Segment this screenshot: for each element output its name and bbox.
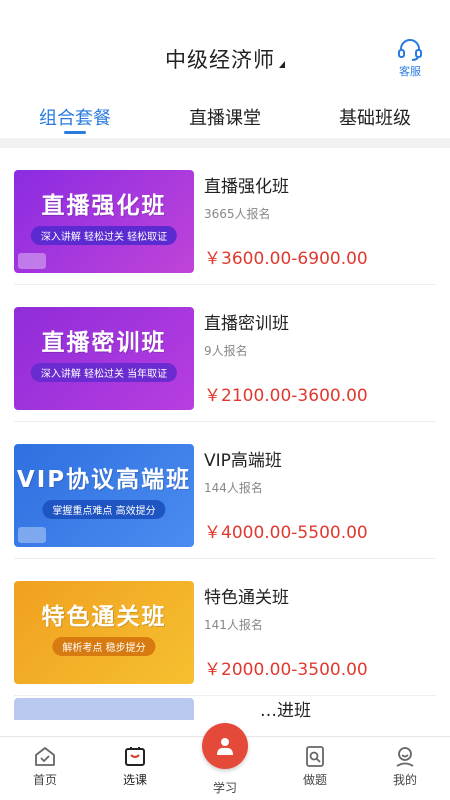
practice-icon [306, 746, 324, 767]
laptop-illustration [18, 527, 46, 543]
enrollment-count: 141人报名 [204, 618, 263, 632]
home-icon [35, 747, 55, 766]
course-name: …进班 [260, 701, 311, 720]
course-thumbnail: 特色通关班 解析考点 稳步提分 [14, 581, 194, 684]
headset-icon [398, 39, 422, 61]
course-thumbnail: VIP协议高端班 掌握重点难点 高效提分 [14, 444, 194, 547]
thumbnail-title: 特色通关班 [41, 604, 167, 630]
tabbar-item-profile[interactable]: 我的 [360, 737, 450, 800]
tabbar-item-select-course[interactable]: 选课 [90, 737, 180, 800]
thumbnail-slogan: 掌握重点难点 高效提分 [42, 500, 166, 519]
course-price: ￥2000.00-3500.00 [204, 660, 368, 680]
course-price: ￥3600.00-6900.00 [204, 249, 368, 269]
course-thumbnail: 直播密训班 深入讲解 轻松过关 当年取证 [14, 307, 194, 410]
course-list: 直播强化班 深入讲解 轻松过关 轻松取证 直播强化班 3665人报名 ￥3600… [0, 148, 450, 720]
thumbnail-slogan: 深入讲解 轻松过关 当年取证 [30, 363, 178, 382]
thumbnail-title: 直播强化班 [41, 193, 167, 219]
select-course-icon [125, 747, 145, 766]
tabbar-label: 选课 [122, 773, 147, 787]
customer-service-button[interactable]: 客服 [390, 38, 430, 79]
course-item[interactable]: VIP协议高端班 掌握重点难点 高效提分 VIP高端班 144人报名 ￥4000… [14, 422, 436, 559]
course-item-partial[interactable]: …进班 [14, 696, 436, 720]
thumbnail-slogan: 解析考点 稳步提分 [52, 637, 156, 656]
tabbar-item-study[interactable]: 学习 [180, 723, 270, 800]
page-title[interactable]: 中级经济师 [165, 48, 275, 72]
tabbar-label: 首页 [32, 773, 57, 787]
books-illustration [18, 253, 46, 269]
thumbnail-title: 直播密训班 [41, 330, 167, 356]
tabbar-item-home[interactable]: 首页 [0, 737, 90, 800]
thumbnail-slogan: 深入讲解 轻松过关 轻松取证 [30, 226, 178, 245]
profile-icon [396, 747, 414, 767]
tabbar-label: 我的 [392, 773, 417, 787]
course-price: ￥2100.00-3600.00 [204, 386, 368, 406]
course-item[interactable]: 直播强化班 深入讲解 轻松过关 轻松取证 直播强化班 3665人报名 ￥3600… [14, 148, 436, 285]
course-name: VIP高端班 [204, 451, 282, 471]
course-item[interactable]: 直播密训班 深入讲解 轻松过关 当年取证 直播密训班 9人报名 ￥2100.00… [14, 285, 436, 422]
tab-basic-class[interactable]: 基础班级 [300, 100, 450, 138]
tab-live-class[interactable]: 直播课堂 [150, 100, 300, 138]
course-thumbnail: 直播强化班 深入讲解 轻松过关 轻松取证 [14, 170, 194, 273]
tabbar-item-practice[interactable]: 做题 [270, 737, 360, 800]
bottom-tab-bar: 首页 选课 学习 做题 我的 [0, 723, 450, 800]
enrollment-count: 3665人报名 [204, 207, 271, 221]
header: 中级经济师 客服 组合套餐 直播课堂 基础班级 [0, 0, 450, 138]
tabbar-label: 学习 [212, 781, 237, 795]
exam-selector[interactable]: 中级经济师 [0, 44, 450, 74]
dropdown-caret-icon [279, 61, 285, 68]
course-name: 直播密训班 [204, 314, 289, 334]
customer-service-label: 客服 [399, 65, 421, 78]
tabbar-label: 做题 [302, 773, 327, 787]
course-name: 直播强化班 [204, 177, 289, 197]
course-thumbnail [14, 698, 194, 720]
course-name: 特色通关班 [204, 588, 289, 608]
category-tabs: 组合套餐 直播课堂 基础班级 [0, 100, 450, 138]
course-item[interactable]: 特色通关班 解析考点 稳步提分 特色通关班 141人报名 ￥2000.00-35… [14, 559, 436, 696]
enrollment-count: 9人报名 [204, 344, 248, 358]
course-price: ￥4000.00-5500.00 [204, 523, 368, 543]
study-icon [217, 738, 233, 755]
section-divider [0, 138, 450, 148]
tab-combo-package[interactable]: 组合套餐 [0, 100, 150, 138]
enrollment-count: 144人报名 [204, 481, 263, 495]
study-button[interactable] [202, 723, 248, 769]
thumbnail-title: VIP协议高端班 [16, 467, 192, 493]
